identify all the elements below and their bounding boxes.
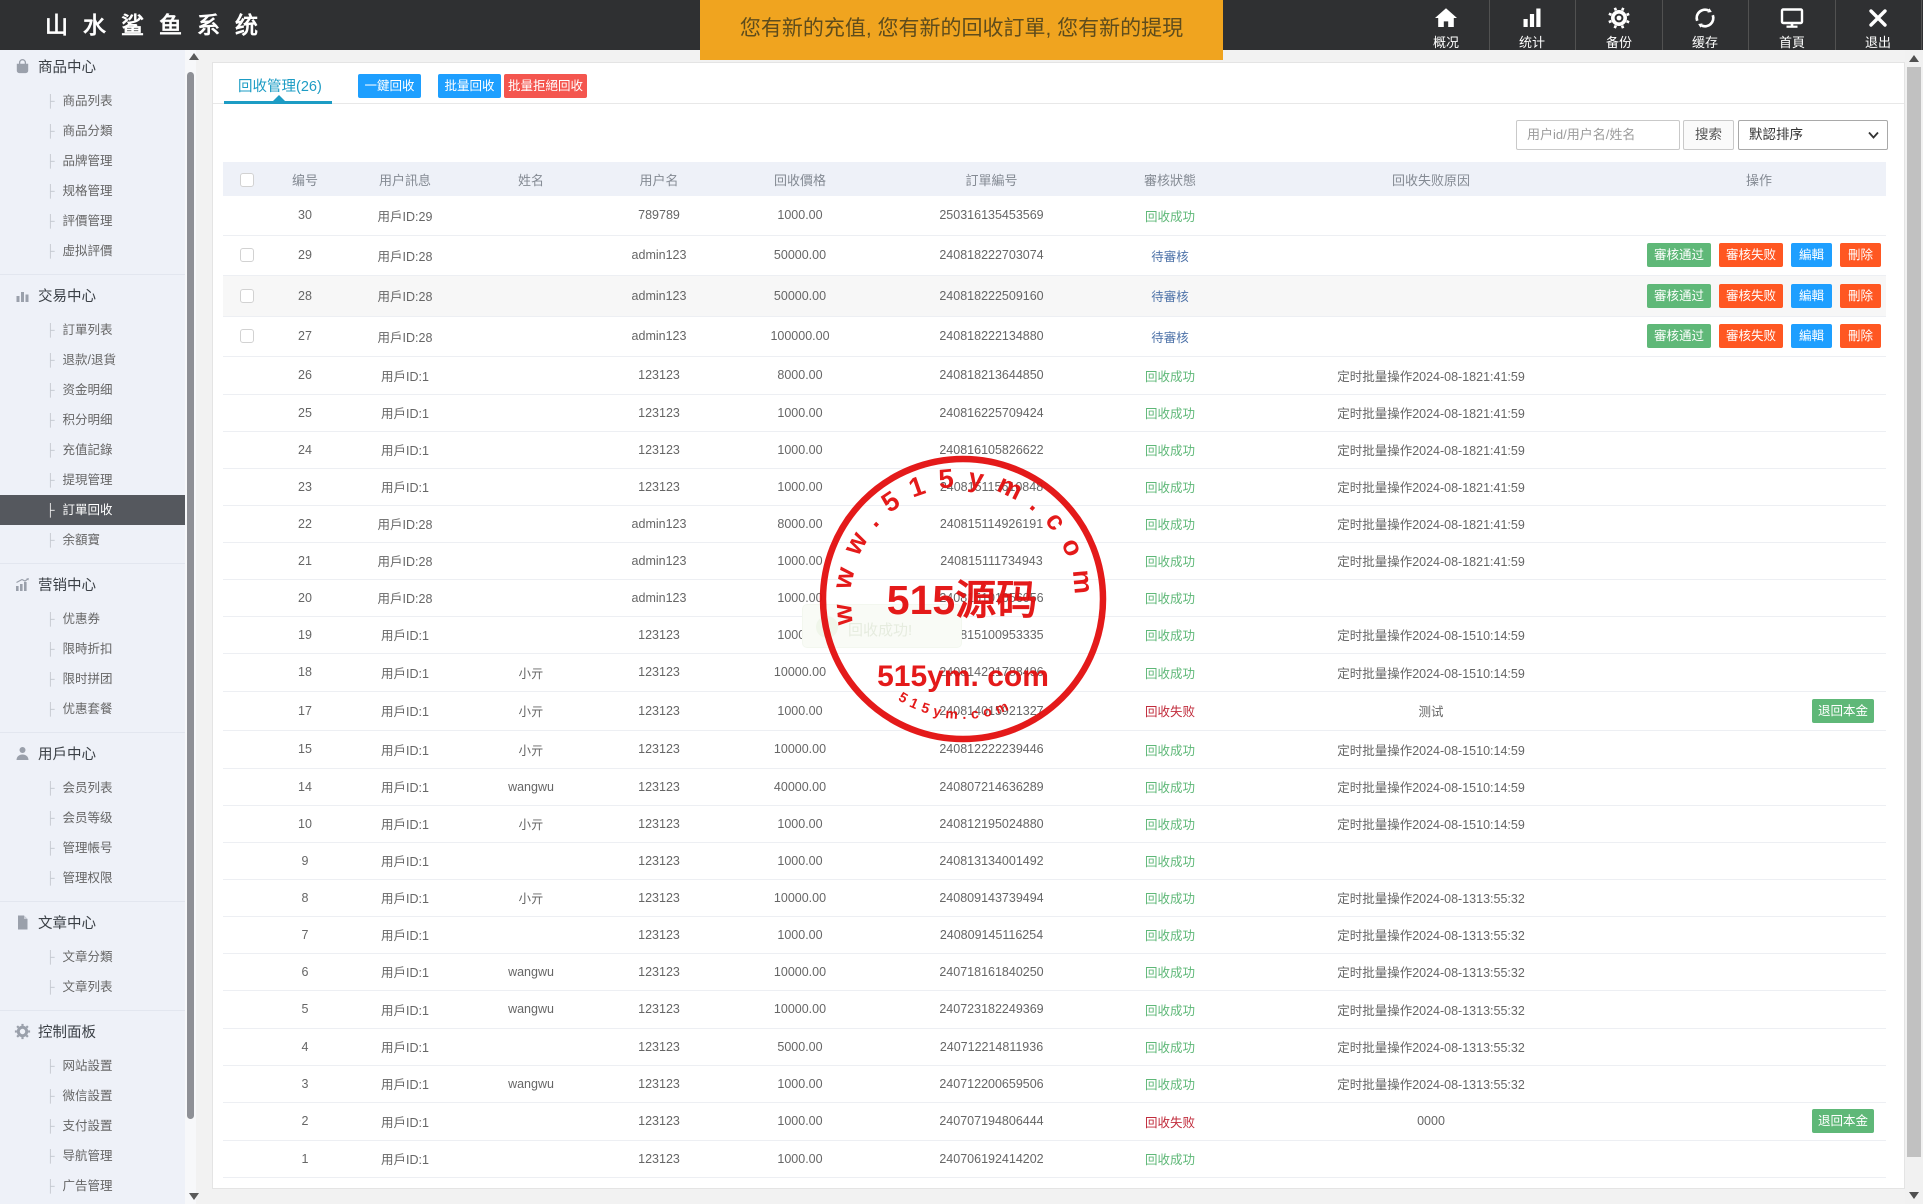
svg-text:515ym. com: 515ym. com bbox=[877, 660, 1049, 693]
svg-text:515ym.com: 515ym.com bbox=[896, 688, 1015, 722]
svg-text:515源码: 515源码 bbox=[887, 577, 1037, 623]
